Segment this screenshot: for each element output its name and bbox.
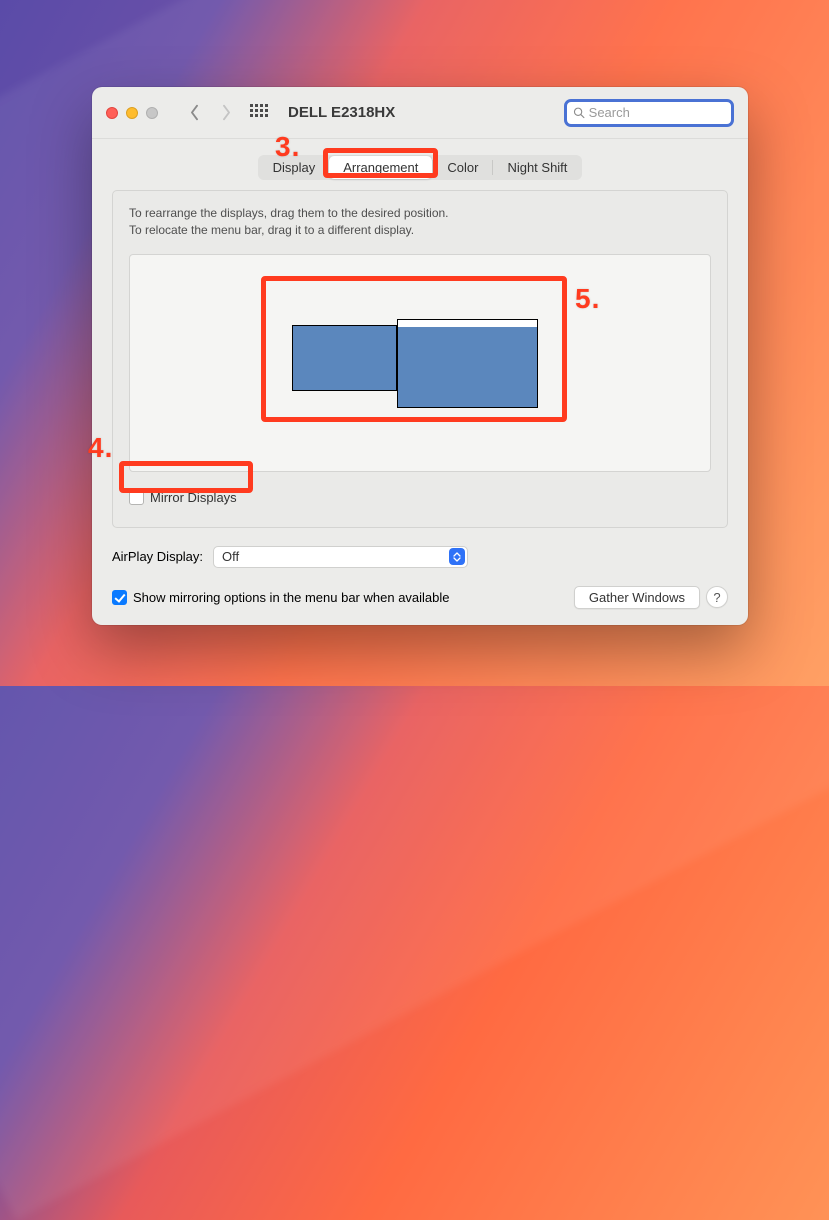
tab-arrangement[interactable]: Arrangement (329, 156, 432, 179)
close-icon[interactable] (106, 107, 118, 119)
search-input[interactable] (589, 105, 725, 120)
zoom-icon (146, 107, 158, 119)
search-field-wrap[interactable] (564, 99, 734, 127)
tab-color[interactable]: Color (433, 156, 492, 179)
minimize-icon[interactable] (126, 107, 138, 119)
instructions: To rearrange the displays, drag them to … (129, 205, 711, 240)
window-title: DELL E2318HX (288, 104, 395, 121)
titlebar: DELL E2318HX (92, 87, 748, 139)
airplay-row: AirPlay Display: Off (112, 546, 728, 568)
bottom-row: Show mirroring options in the menu bar w… (112, 586, 728, 609)
show-mirroring-checkbox[interactable] (112, 590, 127, 605)
airplay-dropdown[interactable]: Off (213, 546, 468, 568)
instruction-line2: To relocate the menu bar, drag it to a d… (129, 222, 711, 239)
airplay-label: AirPlay Display: (112, 549, 203, 564)
dropdown-arrows-icon (449, 548, 465, 565)
tab-display[interactable]: Display (259, 156, 330, 179)
mirror-displays-checkbox[interactable] (129, 490, 144, 505)
preferences-window: DELL E2318HX Display Arrangement Color N… (92, 87, 748, 625)
gather-windows-button[interactable]: Gather Windows (574, 586, 700, 609)
arrangement-panel: To rearrange the displays, drag them to … (112, 190, 728, 528)
mirror-displays-label[interactable]: Mirror Displays (150, 490, 237, 505)
search-icon (573, 106, 585, 119)
back-button[interactable] (182, 101, 206, 125)
forward-button[interactable] (214, 101, 238, 125)
tab-bar: Display Arrangement Color Night Shift (258, 155, 583, 180)
display-thumbnail-1[interactable] (292, 325, 397, 391)
help-button[interactable]: ? (706, 586, 728, 608)
show-mirroring-label[interactable]: Show mirroring options in the menu bar w… (133, 590, 450, 605)
instruction-line1: To rearrange the displays, drag them to … (129, 205, 711, 222)
display-arrangement-area[interactable] (129, 254, 711, 472)
tab-night-shift[interactable]: Night Shift (493, 156, 581, 179)
airplay-value: Off (222, 549, 239, 564)
display-thumbnail-2[interactable] (397, 319, 538, 408)
traffic-lights (106, 107, 158, 119)
show-all-icon[interactable] (250, 104, 268, 122)
